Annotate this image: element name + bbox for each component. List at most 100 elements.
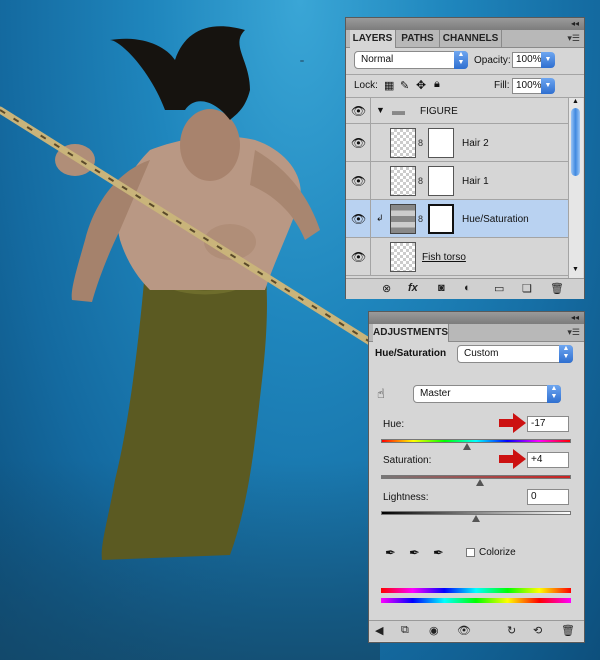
clip-arrow-icon: ↲ (376, 213, 384, 223)
visibility-eye-icon[interactable]: 👁︎ (457, 624, 471, 637)
saturation-input[interactable]: +4 (527, 452, 569, 468)
lock-all-icon[interactable]: 🔒︎ (434, 78, 440, 91)
lock-transparency-icon[interactable]: ▦ (384, 79, 394, 92)
collapse-icon[interactable]: ◂◂ (571, 18, 579, 30)
tab-paths[interactable]: PATHS (396, 30, 440, 47)
scrollbar-thumb[interactable] (571, 108, 580, 176)
layer-name: Hair 1 (462, 176, 489, 187)
layer-row-group[interactable]: 👁︎ ▼ ▬ FIGURE (346, 98, 568, 124)
blend-mode-select[interactable]: Normal ▲ ▼ (354, 51, 468, 69)
tab-layers[interactable]: LAYERS (350, 30, 396, 48)
layer-mask-thumbnail[interactable] (428, 204, 454, 234)
eye-icon[interactable]: 👁︎ (351, 104, 366, 118)
red-arrow-icon (499, 413, 526, 433)
collapse-icon[interactable]: ◂◂ (571, 312, 579, 324)
layer-row[interactable]: 👁︎ 8 Hair 2 (346, 124, 568, 162)
trash-icon[interactable]: 🗑︎ (550, 282, 564, 295)
layers-list: 👁︎ ▼ ▬ FIGURE 👁︎ 8 Hair 2 👁︎ 8 Hair 1 👁︎… (346, 98, 568, 278)
layer-thumbnail (390, 166, 416, 196)
fill-dropdown[interactable]: ▼ (541, 78, 555, 94)
hue-slider-thumb[interactable] (463, 443, 472, 450)
opacity-label: Opacity: (474, 55, 511, 66)
chevron-down-icon: ▼ (541, 52, 555, 68)
clip-to-layer-icon[interactable]: ◉ (429, 624, 439, 637)
panel-menu-icon[interactable]: ▾☰ (567, 327, 580, 338)
eye-icon[interactable]: 👁︎ (351, 136, 366, 150)
layer-row[interactable]: 👁︎ 8 Hair 1 (346, 162, 568, 200)
trash-icon[interactable]: 🗑︎ (561, 624, 575, 637)
red-arrow-icon (499, 449, 526, 469)
eye-icon[interactable]: 👁︎ (351, 250, 366, 264)
layer-name: FIGURE (420, 106, 458, 117)
link-chain-icon[interactable]: 8 (418, 214, 423, 224)
output-spectrum-bar (381, 598, 571, 603)
disclosure-triangle-icon[interactable]: ▼ (376, 105, 385, 115)
adjustments-tabs: ADJUSTMENTS ▾☰ (369, 324, 584, 342)
layer-name: Hue/Saturation (462, 214, 529, 225)
layer-mask-thumbnail[interactable] (428, 166, 454, 196)
fx-icon[interactable]: fx (408, 282, 418, 294)
hue-label: Hue: (383, 419, 405, 430)
eye-icon[interactable]: 👁︎ (351, 212, 366, 226)
eyedropper-icon[interactable]: ✒︎ (385, 545, 396, 561)
layers-bottom-bar: ⊗ fx ◙ ◐ ▭ ❏ 🗑︎ (346, 278, 584, 299)
expand-view-icon[interactable]: ⧉ (401, 624, 409, 637)
panel-menu-icon[interactable]: ▾☰ (567, 33, 580, 44)
scroll-down-icon[interactable]: ▼ (572, 266, 579, 273)
folder-icon: ▬ (392, 103, 405, 118)
colorize-label: Colorize (479, 547, 516, 558)
layers-panel: ◂◂ LAYERS PATHS CHANNELS ▾☰ Normal ▲ ▼ Op… (345, 17, 585, 299)
lock-move-icon[interactable]: ✥ (416, 78, 426, 92)
link-layers-icon[interactable]: ⊗ (382, 282, 391, 295)
adjustments-panel: ◂◂ ADJUSTMENTS ▾☰ Hue/Saturation Custom … (368, 311, 585, 643)
hue-slider-track[interactable] (381, 439, 571, 443)
lock-fill-row: Lock: ▦ ✎ ✥ 🔒︎ Fill: 100% ▼ (346, 74, 584, 98)
adjustment-layer-icon[interactable]: ◐ (464, 282, 471, 294)
lock-paint-icon[interactable]: ✎ (400, 79, 409, 92)
fill-input[interactable]: 100% (512, 78, 544, 94)
adjustments-bottom-bar: ◀ ⧉ ◉ 👁︎ ↻ ⟲ 🗑︎ (369, 620, 584, 641)
reset-icon[interactable]: ⟲ (533, 624, 542, 637)
eye-icon[interactable]: 👁︎ (351, 174, 366, 188)
layers-tabs: LAYERS PATHS CHANNELS ▾☰ (346, 30, 584, 48)
saturation-slider-thumb[interactable] (475, 479, 484, 486)
new-group-icon[interactable]: ▭ (494, 282, 504, 295)
lightness-input[interactable]: 0 (527, 489, 569, 505)
eyedropper-plus-icon[interactable]: ✒︎ (409, 545, 420, 561)
lightness-slider-thumb[interactable] (472, 515, 480, 522)
fill-label: Fill: (494, 80, 510, 91)
targeted-adjustment-hand-icon[interactable]: ☝︎ (377, 386, 385, 402)
panel-titlebar[interactable]: ◂◂ (346, 18, 584, 30)
adjustment-thumbnail (390, 204, 416, 234)
adjustment-title: Hue/Saturation (375, 348, 447, 359)
back-arrow-icon[interactable]: ◀ (375, 624, 383, 637)
opacity-input[interactable]: 100% (512, 52, 544, 68)
layer-thumbnail (390, 242, 416, 272)
view-previous-icon[interactable]: ↻ (507, 624, 516, 637)
chevron-down-icon: ▼ (541, 78, 555, 94)
layers-scrollbar[interactable]: ▲ ▼ (568, 98, 583, 278)
saturation-label: Saturation: (383, 455, 432, 466)
tab-adjustments[interactable]: ADJUSTMENTS (373, 324, 449, 342)
channel-select[interactable]: Master ▲ ▼ (413, 385, 561, 403)
preset-select[interactable]: Custom ▲ ▼ (457, 345, 573, 363)
link-chain-icon[interactable]: 8 (418, 176, 423, 186)
layer-row[interactable]: 👁︎ Fish torso (346, 238, 568, 276)
scroll-up-icon[interactable]: ▲ (572, 98, 579, 105)
layer-row-selected[interactable]: 👁︎ ↲ 8 Hue/Saturation (346, 200, 568, 238)
hue-input[interactable]: -17 (527, 416, 569, 432)
chevron-updown-icon: ▲ ▼ (559, 345, 573, 363)
opacity-dropdown[interactable]: ▼ (541, 52, 555, 68)
tab-channels[interactable]: CHANNELS (440, 30, 502, 47)
layer-name: Hair 2 (462, 138, 489, 149)
lightness-label: Lightness: (383, 492, 429, 503)
add-mask-icon[interactable]: ◙ (438, 282, 445, 294)
eyedropper-minus-icon[interactable]: ✒︎ (433, 545, 444, 561)
new-layer-icon[interactable]: ❏ (522, 282, 532, 295)
layer-name: Fish torso (422, 252, 466, 263)
chevron-updown-icon: ▲ ▼ (454, 51, 468, 69)
layer-mask-thumbnail[interactable] (428, 128, 454, 158)
link-chain-icon[interactable]: 8 (418, 138, 423, 148)
panel-titlebar[interactable]: ◂◂ (369, 312, 584, 324)
colorize-checkbox[interactable] (466, 548, 475, 557)
